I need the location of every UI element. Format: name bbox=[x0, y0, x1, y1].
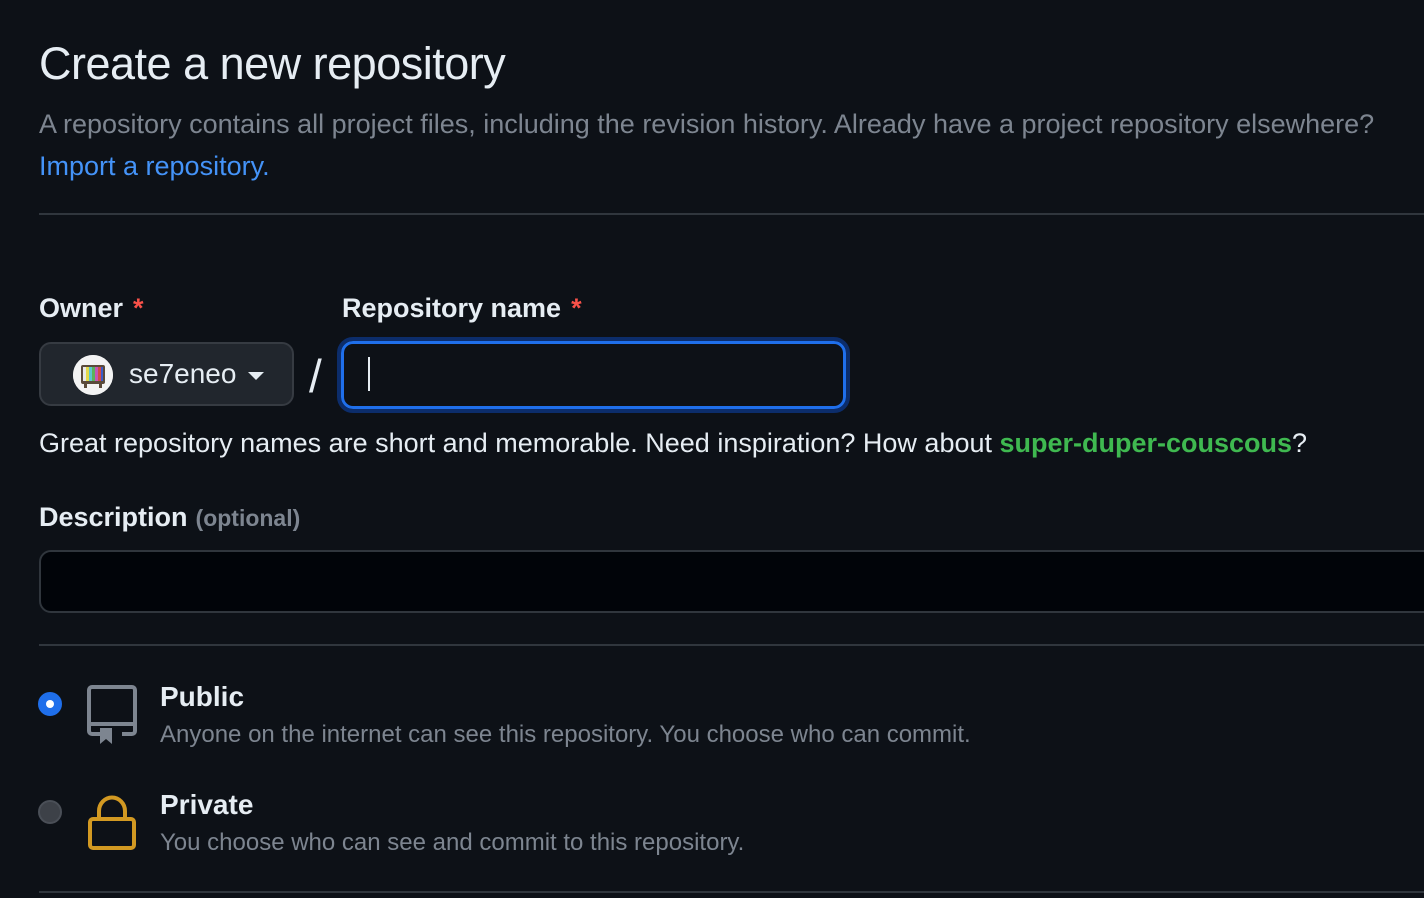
bottom-divider bbox=[39, 891, 1424, 893]
owner-avatar bbox=[73, 355, 113, 395]
public-option-title: Public bbox=[160, 681, 245, 712]
hint-suffix: ? bbox=[1292, 428, 1308, 458]
description-label-text: Description bbox=[39, 502, 188, 532]
repo-name-input[interactable] bbox=[337, 337, 850, 413]
description-input[interactable] bbox=[39, 550, 1424, 613]
optional-tag: (optional) bbox=[195, 505, 301, 531]
import-repository-link[interactable]: Import a repository. bbox=[39, 151, 270, 181]
repo-name-label-text: Repository name bbox=[342, 293, 562, 323]
section-divider bbox=[39, 644, 1424, 646]
required-indicator: * bbox=[133, 293, 144, 323]
page-title: Create a new repository bbox=[39, 38, 506, 89]
page-subtitle: A repository contains all project files,… bbox=[39, 103, 1379, 187]
hint-text: Great repository names are short and mem… bbox=[39, 428, 1000, 458]
owner-repo-separator: / bbox=[309, 350, 322, 402]
lock-icon bbox=[88, 795, 136, 850]
public-option-description: Anyone on the internet can see this repo… bbox=[160, 721, 971, 748]
repo-name-label: Repository name * bbox=[342, 293, 582, 324]
description-label: Description (optional) bbox=[39, 502, 300, 533]
subtitle-text: A repository contains all project files,… bbox=[39, 109, 1375, 139]
repo-name-hint: Great repository names are short and mem… bbox=[39, 428, 1307, 459]
create-repo-page: Create a new repository A repository con… bbox=[0, 0, 1424, 898]
private-radio[interactable] bbox=[38, 800, 62, 824]
text-cursor bbox=[368, 357, 370, 391]
owner-dropdown[interactable]: se7eneo bbox=[39, 342, 294, 406]
tv-avatar-icon bbox=[73, 355, 113, 395]
owner-label: Owner * bbox=[39, 293, 144, 324]
name-suggestion[interactable]: super-duper-couscous bbox=[1000, 428, 1293, 458]
public-radio[interactable] bbox=[38, 692, 62, 716]
repo-icon bbox=[87, 685, 137, 744]
header-divider bbox=[39, 213, 1424, 215]
owner-label-text: Owner bbox=[39, 293, 124, 323]
required-indicator: * bbox=[571, 293, 582, 323]
chevron-down-icon bbox=[248, 372, 264, 380]
private-option-description: You choose who can see and commit to thi… bbox=[160, 829, 745, 856]
owner-name: se7eneo bbox=[129, 358, 237, 389]
private-option-title: Private bbox=[160, 789, 254, 820]
